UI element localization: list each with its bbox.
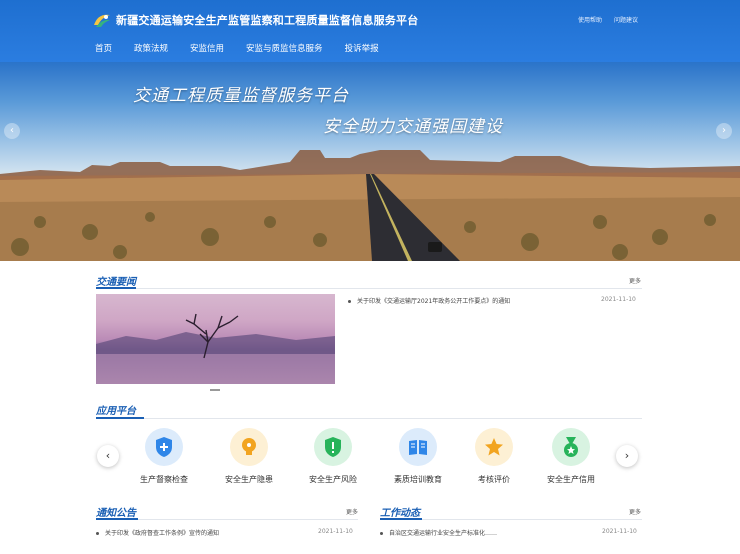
app-item-training[interactable]: 素质培训教育 — [378, 428, 458, 485]
nav-policy[interactable]: 政策法规 — [134, 42, 168, 54]
news-list-item[interactable]: 关于印发《交通运输厅2021年政务公开工作要点》的通知 — [348, 296, 510, 305]
apps-prev-button[interactable]: ‹ — [97, 445, 119, 467]
apps-divider — [96, 418, 642, 419]
app-item-supervision[interactable]: 生产督察检查 — [124, 428, 204, 485]
nav-complaint[interactable]: 投诉举报 — [345, 42, 379, 54]
notice-section-title: 通知公告 — [96, 508, 136, 519]
banner-slogan-1: 交通工程质量监督服务平台 — [133, 86, 349, 106]
banner-prev-button[interactable]: ‹ — [4, 123, 20, 139]
bullet-icon — [348, 300, 351, 303]
hero-banner: 交通工程质量监督服务平台 安全助力交通强国建设 ‹ › — [0, 62, 740, 261]
feedback-link[interactable]: 问题建议 — [614, 17, 638, 24]
app-item-hazard[interactable]: 安全生产隐患 — [209, 428, 289, 485]
nav-info-service[interactable]: 安监与质监信息服务 — [246, 42, 323, 54]
news-item-date: 2021-11-10 — [601, 296, 636, 303]
apps-next-button[interactable]: › — [616, 445, 638, 467]
logo-icon — [94, 14, 110, 27]
news-more-link[interactable]: 更多 — [629, 276, 641, 285]
notice-more-link[interactable]: 更多 — [346, 507, 358, 516]
nav-safety-credit[interactable]: 安监信用 — [190, 42, 224, 54]
work-underline — [380, 518, 422, 520]
shield-plus-icon — [145, 428, 183, 466]
lightbulb-icon — [230, 428, 268, 466]
news-section-title: 交通要闻 — [96, 277, 136, 288]
site-header: 新疆交通运输安全生产监管监察和工程质量监督信息服务平台 使用帮助 问题建议 首页… — [0, 0, 740, 62]
book-icon — [399, 428, 437, 466]
work-more-link[interactable]: 更多 — [629, 507, 641, 516]
notice-item-date: 2021-11-10 — [318, 528, 353, 535]
banner-slogan-2: 安全助力交通强国建设 — [323, 117, 503, 137]
main-nav: 首页 政策法规 安监信用 安监与质监信息服务 投诉举报 — [95, 42, 401, 54]
bullet-icon — [380, 532, 383, 535]
shield-alert-icon — [314, 428, 352, 466]
site-title: 新疆交通运输安全生产监管监察和工程质量监督信息服务平台 — [116, 14, 419, 27]
work-item-date: 2021-11-10 — [602, 528, 637, 535]
news-feature-image[interactable] — [96, 294, 335, 384]
app-item-risk[interactable]: 安全生产风险 — [293, 428, 373, 485]
news-underline — [96, 287, 136, 289]
news-divider — [96, 288, 642, 289]
work-section-title: 工作动态 — [380, 508, 420, 519]
help-link[interactable]: 使用帮助 — [578, 17, 602, 24]
apps-underline — [96, 417, 144, 419]
notice-underline — [96, 518, 138, 520]
notice-list-item[interactable]: 关于印发《政府督查工作条例》宣传的通知 — [96, 528, 219, 537]
desert-road-image — [0, 150, 740, 261]
banner-next-button[interactable]: › — [716, 123, 732, 139]
apps-section-title: 应用平台 — [96, 406, 136, 417]
nav-home[interactable]: 首页 — [95, 42, 112, 54]
news-pager-indicator[interactable] — [210, 389, 220, 391]
medal-icon — [552, 428, 590, 466]
star-icon — [475, 428, 513, 466]
work-list-item[interactable]: 自治区交通运输行业安全生产标准化…… — [380, 528, 497, 537]
app-item-assessment[interactable]: 考核评价 — [454, 428, 534, 485]
top-links: 使用帮助 问题建议 — [568, 15, 638, 24]
app-item-credit[interactable]: 安全生产信用 — [531, 428, 611, 485]
bullet-icon — [96, 532, 99, 535]
